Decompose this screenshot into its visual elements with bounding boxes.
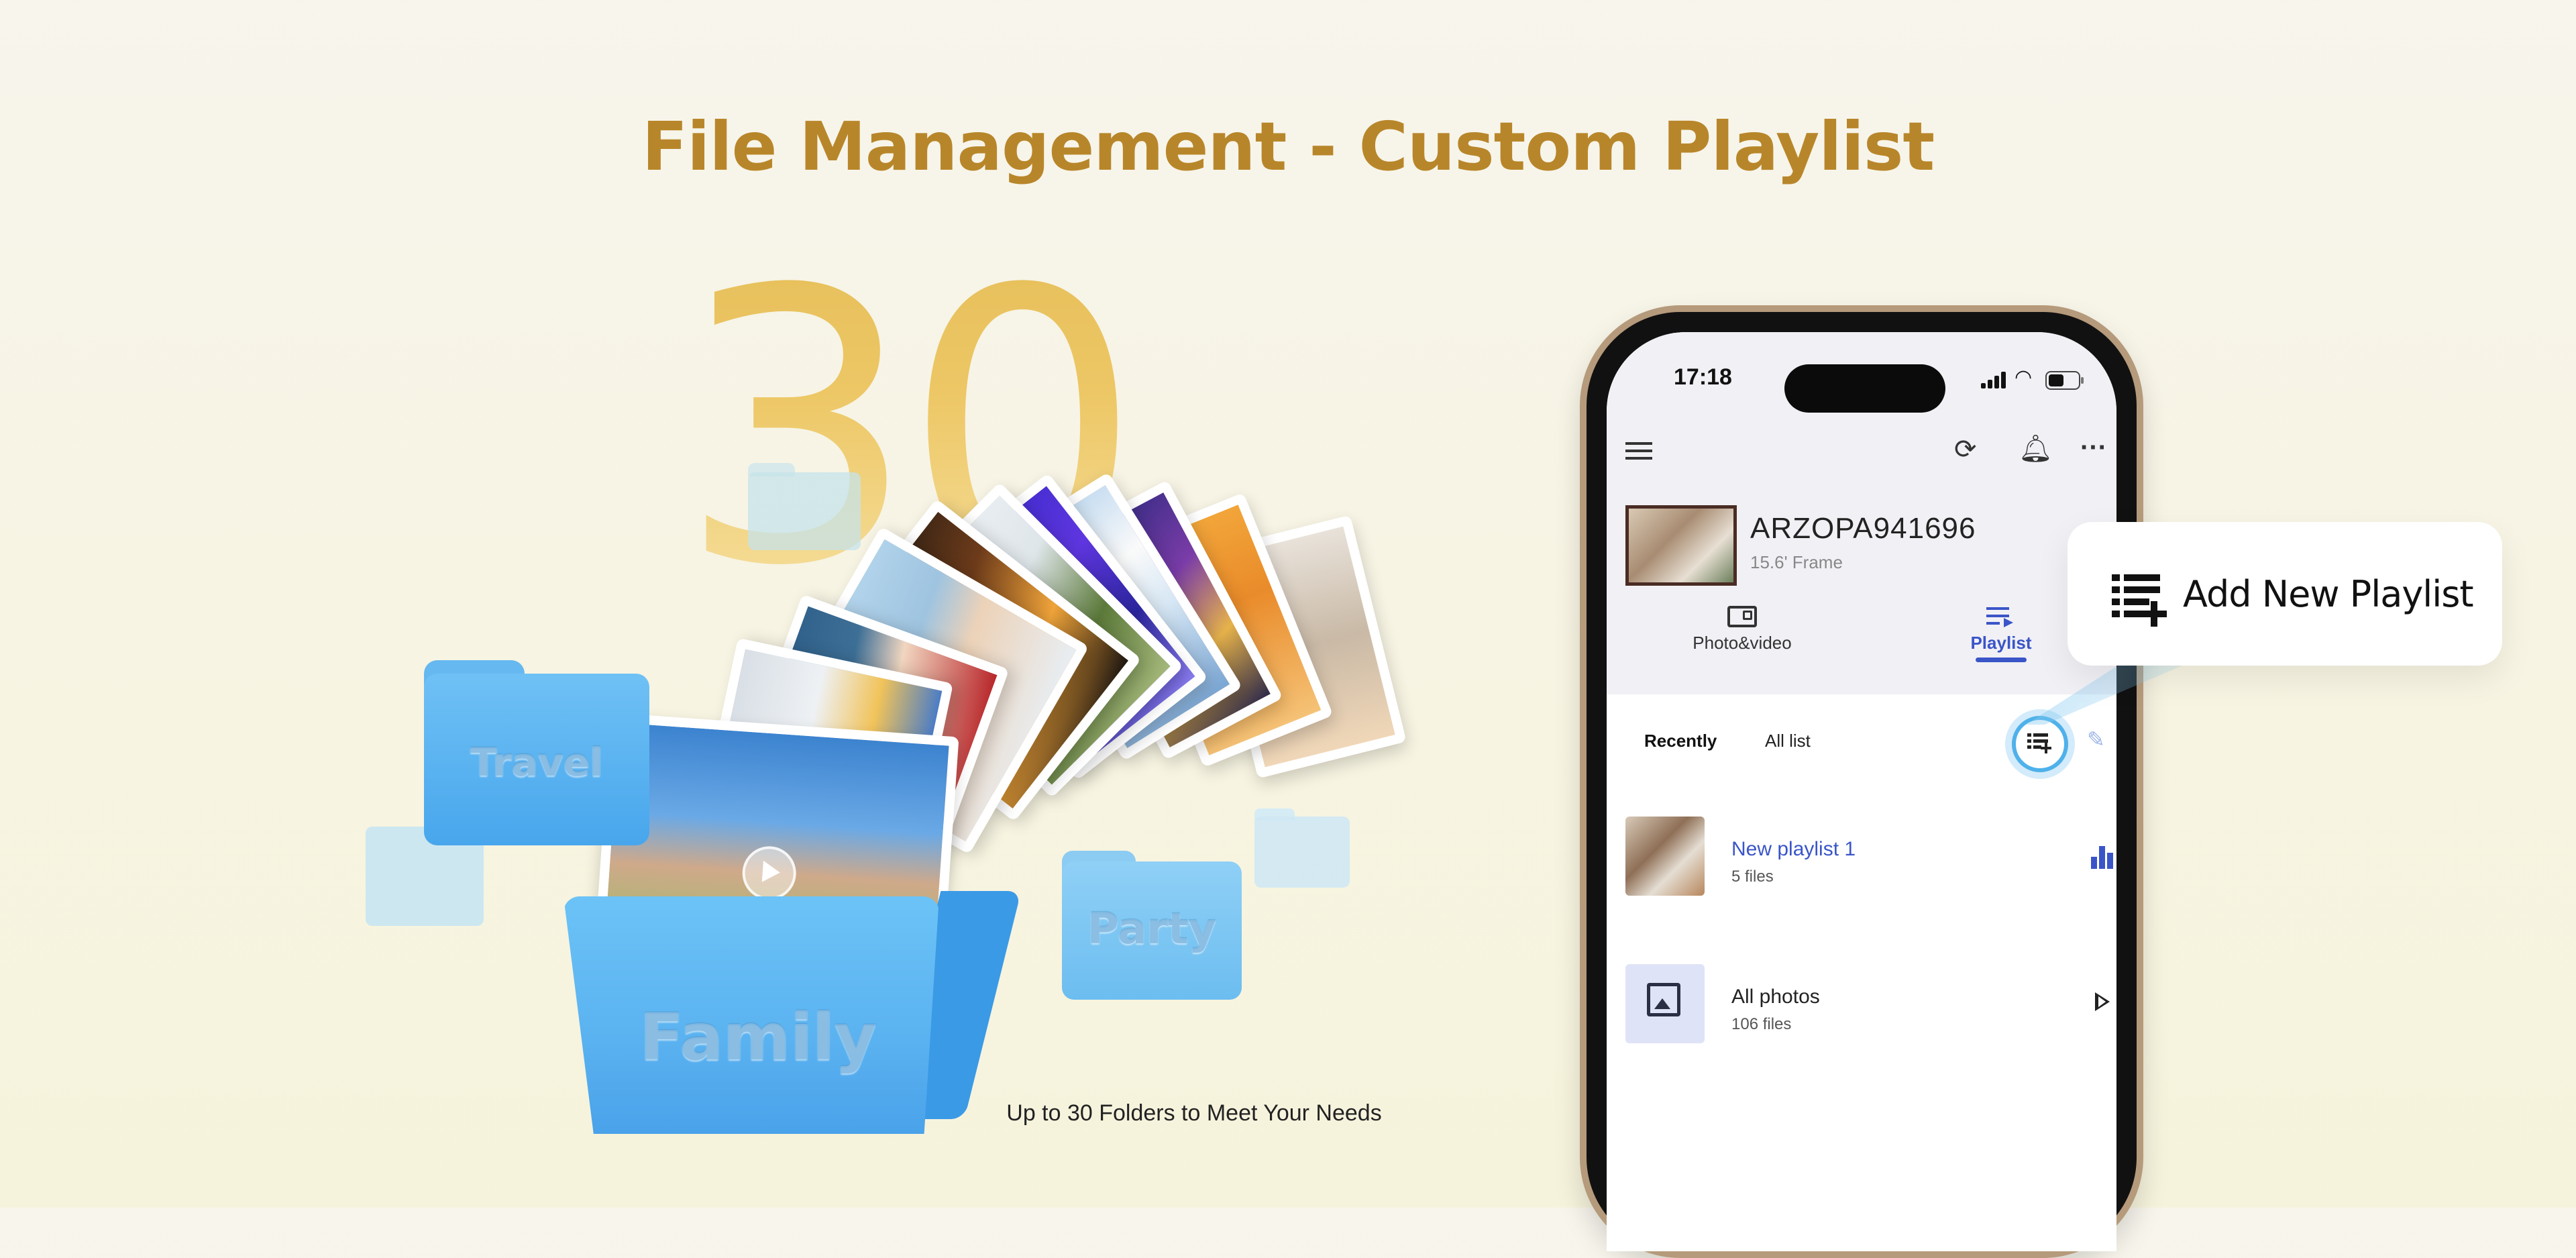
edit-icon[interactable]: ✎ [2087,727,2105,752]
filter-all-list[interactable]: All list [1765,731,1811,751]
signal-icon [1981,371,2008,388]
photo-video-icon [1727,606,1757,627]
battery-icon [2045,371,2084,390]
add-list-icon [2027,733,2051,753]
list-item[interactable]: All photos 106 files [1607,943,2116,1063]
decor-folder-top [748,463,861,550]
tab-photo-video[interactable]: Photo&video [1668,606,1816,653]
bell-icon[interactable]: 🔔︎ [2019,433,2053,464]
filter-recently[interactable]: Recently [1644,731,1717,751]
folder-travel: Travel [424,660,649,845]
tab-playlist[interactable]: Playlist [1941,606,2061,662]
folder-party: Party [1062,851,1242,1000]
page-title: File Management - Custom Playlist [641,107,1935,186]
add-list-icon [2112,574,2167,627]
dynamic-island [1784,364,1945,413]
wifi-icon: ◠ [2015,366,2033,388]
tab-active-underline [1976,658,2027,662]
playlist-name: New playlist 1 [1731,838,1856,860]
tab-photo-video-label: Photo&video [1693,633,1792,653]
all-photos-thumbnail [1625,964,1705,1043]
more-icon[interactable]: ··· [2080,433,2107,463]
playlist-icon [1986,606,2016,627]
equalizer-icon[interactable] [2091,843,2114,869]
status-time: 17:18 [1674,364,1732,390]
folder-label-party: Party [1087,904,1217,954]
folder-family: Family [564,886,1022,1134]
playlist-count: 106 files [1731,1015,1792,1033]
device-name: ARZOPA941696 [1750,512,1976,545]
list-item[interactable]: New playlist 1 5 files [1607,795,2116,916]
tab-playlist-label: Playlist [1970,633,2032,653]
phone-mockup: 17:18 ◠ ⟳ 🔔︎ ··· ARZOPA941696 15.6' Fram… [1580,305,2143,1258]
play-icon[interactable] [2095,992,2110,1011]
folder-label-travel: Travel [470,739,603,785]
hamburger-icon[interactable] [1625,441,1652,461]
folder-label-family: Family [639,1000,877,1075]
device-subtitle: 15.6' Frame [1750,552,1843,572]
device-thumbnail [1625,505,1737,586]
decor-folder-right [1254,808,1350,888]
sync-icon[interactable]: ⟳ [1954,434,1977,465]
phone-screen: 17:18 ◠ ⟳ 🔔︎ ··· ARZOPA941696 15.6' Fram… [1607,332,2116,1251]
hero-caption: Up to 30 Folders to Meet Your Needs [1006,1100,1382,1126]
playlist-count: 5 files [1731,868,1774,886]
add-new-playlist-callout: Add New Playlist [2068,522,2502,666]
playlist-name: All photos [1731,986,1820,1008]
gallery-icon [1647,983,1680,1016]
callout-label: Add New Playlist [2183,573,2474,615]
playlist-thumbnail [1625,817,1705,896]
